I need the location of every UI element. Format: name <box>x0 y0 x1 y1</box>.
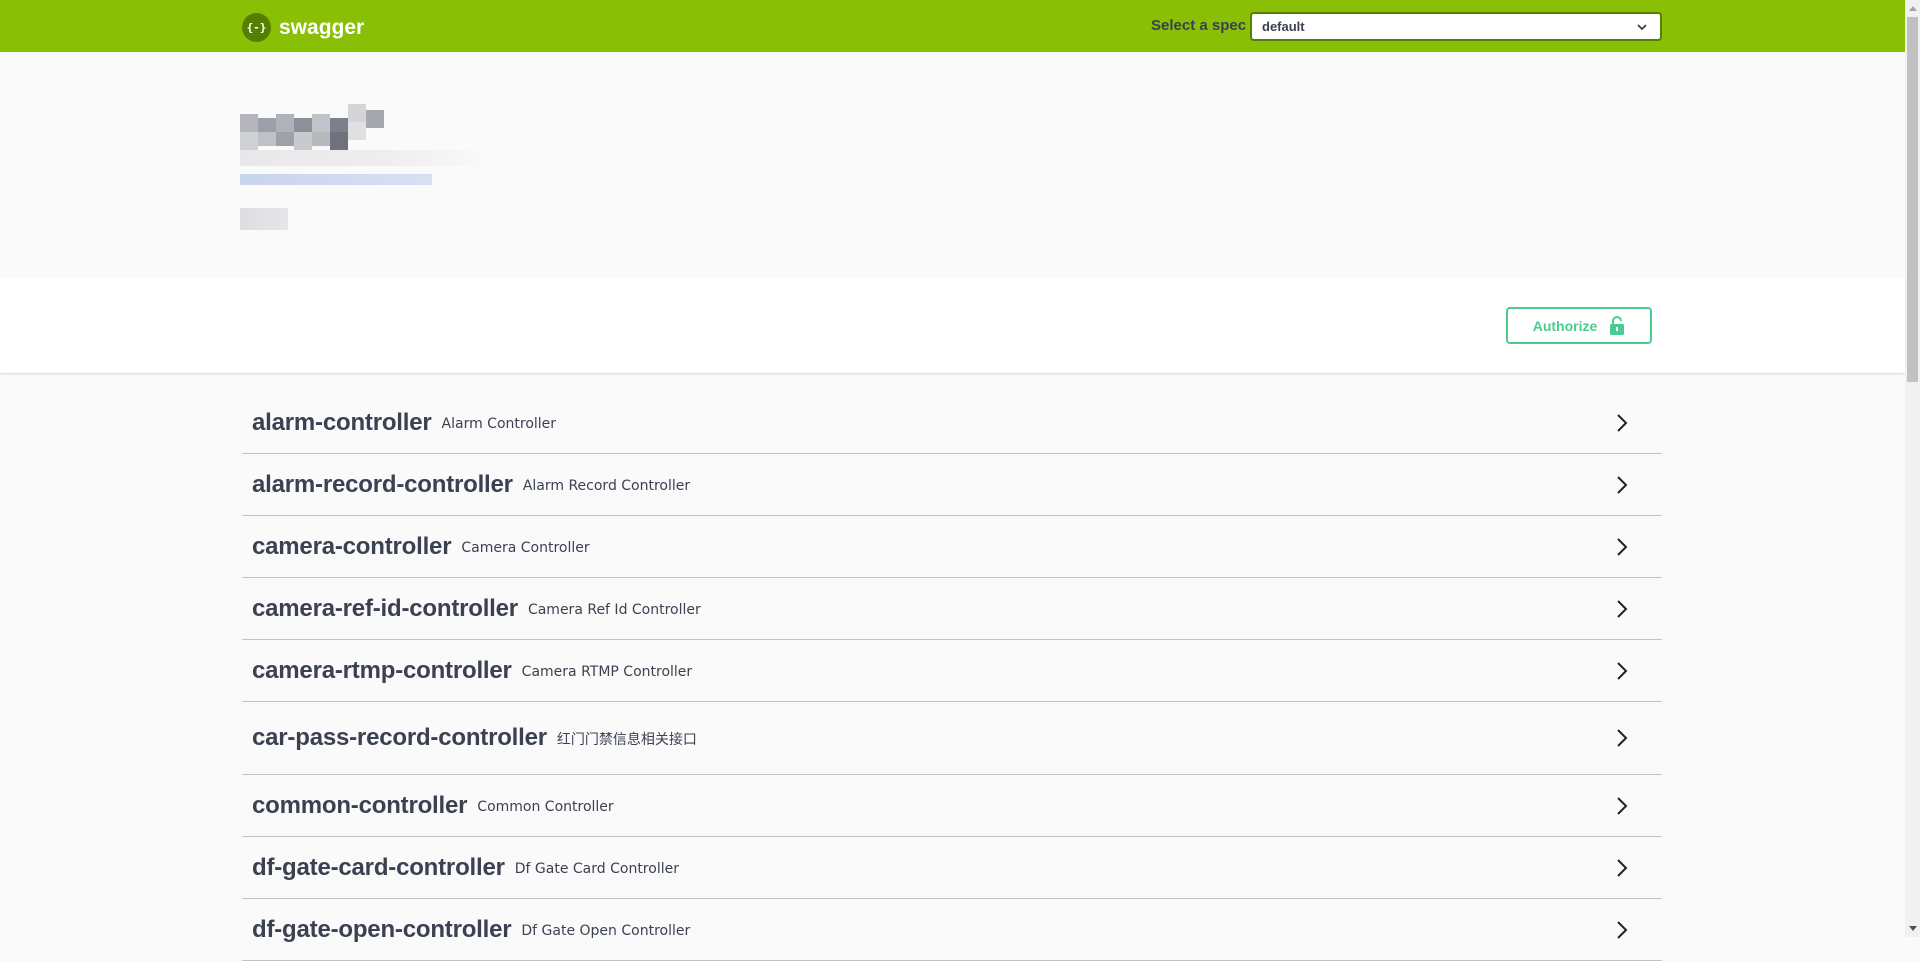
tag-camera-controller[interactable]: camera-controller Camera Controller <box>242 516 1662 578</box>
chevron-right-icon <box>1617 413 1628 432</box>
tag-camera-rtmp-controller[interactable]: camera-rtmp-controller Camera RTMP Contr… <box>242 640 1662 702</box>
tag-description: Df Gate Open Controller <box>521 922 691 939</box>
chevron-down-icon <box>1637 24 1647 31</box>
authorize-label: Authorize <box>1532 317 1598 334</box>
chevron-right-icon <box>1617 599 1628 618</box>
obscured-api-badge <box>240 208 288 230</box>
tag-df-gate-card-controller[interactable]: df-gate-card-controller Df Gate Card Con… <box>242 837 1662 899</box>
chevron-right-icon <box>1617 796 1628 815</box>
tag-name: alarm-controller <box>252 408 432 436</box>
tag-name: camera-ref-id-controller <box>252 594 518 622</box>
swagger-logo[interactable]: {-} swagger <box>242 13 364 42</box>
scheme-container: Authorize <box>0 277 1905 373</box>
tag-description: 红门门禁信息相关接口 <box>556 732 697 748</box>
chevron-right-icon <box>1617 729 1628 747</box>
chevron-right-icon <box>1617 537 1628 556</box>
chevron-right-icon <box>1617 475 1628 494</box>
scrollbar-thumb[interactable] <box>1907 17 1918 382</box>
tag-name: df-gate-open-controller <box>252 915 512 943</box>
swagger-logo-text: swagger <box>279 15 365 39</box>
chevron-right-icon <box>1617 661 1628 680</box>
tag-alarm-controller[interactable]: alarm-controller Alarm Controller <box>242 392 1662 454</box>
tag-name: alarm-record-controller <box>252 470 513 498</box>
tag-name: df-gate-card-controller <box>252 853 505 881</box>
tag-name: camera-controller <box>252 532 452 560</box>
spec-select-value: default <box>1262 19 1305 34</box>
tag-car-pass-record-controller[interactable]: car-pass-record-controller 红门门禁信息相关接口 <box>242 702 1662 775</box>
tag-df-gate-open-controller[interactable]: df-gate-open-controller Df Gate Open Con… <box>242 899 1662 961</box>
tag-description: Df Gate Card Controller <box>514 860 679 877</box>
scroll-up-arrow-icon[interactable] <box>1905 0 1920 17</box>
tag-name: car-pass-record-controller <box>252 724 547 751</box>
tag-alarm-record-controller[interactable]: alarm-record-controller Alarm Record Con… <box>242 454 1662 516</box>
tag-description: Common Controller <box>477 798 614 815</box>
tag-name: common-controller <box>252 791 468 819</box>
chevron-right-icon <box>1617 858 1628 877</box>
unlocked-icon <box>1610 316 1625 335</box>
obscured-api-link[interactable] <box>240 174 432 185</box>
tag-camera-ref-id-controller[interactable]: camera-ref-id-controller Camera Ref Id C… <box>242 578 1662 640</box>
controller-list: alarm-controller Alarm Controller alarm-… <box>242 392 1662 961</box>
scroll-down-arrow-icon[interactable] <box>1905 920 1920 937</box>
tag-description: Camera Ref Id Controller <box>527 601 701 618</box>
tag-description: Camera RTMP Controller <box>521 663 693 680</box>
tag-description: Alarm Controller <box>441 415 557 432</box>
obscured-api-title <box>240 104 385 150</box>
vertical-scrollbar[interactable] <box>1905 0 1920 937</box>
tag-description: Camera Controller <box>461 539 590 556</box>
spec-select-label: Select a spec <box>1151 17 1247 34</box>
tag-name: camera-rtmp-controller <box>252 656 512 684</box>
swagger-logo-icon: {-} <box>242 13 271 42</box>
obscured-api-description <box>240 150 490 166</box>
tag-common-controller[interactable]: common-controller Common Controller <box>242 775 1662 837</box>
tag-description: Alarm Record Controller <box>522 477 691 494</box>
spec-select[interactable]: default <box>1250 12 1662 41</box>
authorize-button[interactable]: Authorize <box>1506 307 1652 344</box>
topbar: {-} swagger Select a spec default <box>0 0 1905 52</box>
